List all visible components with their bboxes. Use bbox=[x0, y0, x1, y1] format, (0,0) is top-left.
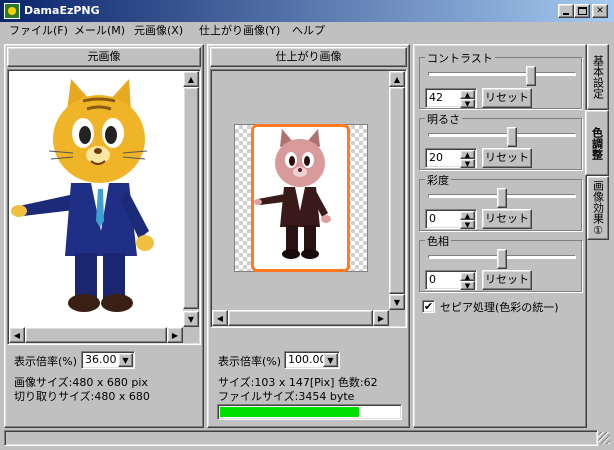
source-vscroll-thumb[interactable] bbox=[183, 87, 199, 309]
contrast-value-field[interactable]: 42 ▲ ▼ bbox=[425, 88, 477, 108]
progress-fill bbox=[220, 407, 359, 417]
source-scroll-up-button[interactable]: ▲ bbox=[183, 71, 199, 87]
result-scroll-right-button[interactable]: ▶ bbox=[373, 310, 389, 326]
sepia-checkbox[interactable]: ✔ bbox=[422, 300, 435, 313]
maximize-icon bbox=[577, 7, 587, 15]
checkmark-icon: ✔ bbox=[423, 300, 434, 313]
menu-source-image[interactable]: 元画像(X) bbox=[134, 23, 183, 39]
result-scroll-up-button[interactable]: ▲ bbox=[389, 71, 405, 87]
source-scroll-left-button[interactable]: ◀ bbox=[9, 327, 25, 343]
cat-mascot-illustration bbox=[11, 79, 154, 312]
arrow-down-icon: ▼ bbox=[393, 297, 401, 307]
result-pane-title: 仕上がり画像 bbox=[210, 47, 407, 67]
result-vscroll-thumb[interactable] bbox=[389, 87, 405, 294]
maximize-button[interactable] bbox=[574, 4, 590, 18]
tab-image-effect[interactable]: 画像効果① bbox=[587, 176, 609, 240]
arrow-up-icon: ▲ bbox=[393, 74, 401, 84]
arrow-right-icon: ▶ bbox=[171, 330, 179, 340]
menu-result-image[interactable]: 仕上がり画像(Y) bbox=[199, 23, 280, 39]
resize-grip-icon[interactable] bbox=[598, 432, 610, 444]
hue-reset-button[interactable]: リセット bbox=[482, 270, 532, 290]
brightness-reset-button[interactable]: リセット bbox=[482, 148, 532, 168]
contrast-value: 42 bbox=[429, 91, 443, 104]
window-title: DamaEzPNG bbox=[24, 4, 100, 17]
close-button[interactable]: ✕ bbox=[592, 4, 608, 18]
brightness-value-field[interactable]: 20 ▲ ▼ bbox=[425, 148, 477, 168]
contrast-label: コントラスト bbox=[425, 50, 495, 66]
hue-value: 0 bbox=[429, 273, 436, 286]
chevron-down-icon[interactable]: ▼ bbox=[118, 353, 133, 367]
hue-slider-thumb[interactable] bbox=[497, 249, 507, 269]
source-scroll-right-button[interactable]: ▶ bbox=[167, 327, 183, 343]
result-hscroll-thumb[interactable] bbox=[228, 310, 373, 326]
result-file-size: ファイルサイズ:3454 byte bbox=[218, 390, 355, 403]
brightness-slider-track[interactable] bbox=[428, 133, 576, 137]
saturation-spin-up[interactable]: ▲ bbox=[460, 211, 475, 220]
arrow-left-icon: ◀ bbox=[216, 313, 224, 323]
result-zoom-select[interactable]: 100.00 ▼ bbox=[284, 351, 340, 369]
saturation-slider-thumb[interactable] bbox=[497, 188, 507, 208]
source-scroll-down-button[interactable]: ▼ bbox=[183, 311, 199, 327]
arrow-left-icon: ◀ bbox=[13, 330, 21, 340]
hue-label: 色相 bbox=[425, 233, 451, 249]
close-icon: ✕ bbox=[596, 5, 604, 16]
app-icon bbox=[4, 3, 20, 19]
hue-spin-up[interactable]: ▲ bbox=[460, 272, 475, 281]
menu-file[interactable]: ファイル(F) bbox=[9, 23, 68, 39]
source-pane-title: 元画像 bbox=[7, 47, 201, 67]
source-hscroll-thumb[interactable] bbox=[25, 327, 167, 343]
arrow-right-icon: ▶ bbox=[377, 313, 385, 323]
contrast-reset-button[interactable]: リセット bbox=[482, 88, 532, 108]
source-crop-size: 切り取りサイズ:480 x 680 bbox=[14, 390, 150, 403]
source-zoom-label: 表示倍率(%) bbox=[14, 355, 78, 368]
minimize-button[interactable] bbox=[558, 4, 574, 18]
result-image bbox=[251, 124, 350, 272]
tab-color-adjust-label: 色調整 bbox=[590, 126, 604, 160]
saturation-label: 彩度 bbox=[425, 172, 451, 188]
output-progress-bar bbox=[217, 404, 402, 420]
hue-spin-down[interactable]: ▼ bbox=[460, 281, 475, 290]
chevron-down-icon[interactable]: ▼ bbox=[323, 353, 338, 367]
minimize-icon bbox=[563, 13, 569, 15]
brightness-value: 20 bbox=[429, 151, 443, 164]
brightness-label: 明るさ bbox=[425, 111, 462, 127]
tab-basic-settings-label: 基本設定 bbox=[591, 55, 605, 99]
contrast-spin-up[interactable]: ▲ bbox=[460, 90, 475, 99]
brightness-slider-thumb[interactable] bbox=[506, 127, 517, 147]
contrast-slider-thumb[interactable] bbox=[525, 66, 536, 86]
tab-color-adjust[interactable]: 色調整 bbox=[585, 110, 609, 176]
source-image bbox=[9, 71, 183, 327]
hue-value-field[interactable]: 0 ▲ ▼ bbox=[425, 270, 477, 290]
arrow-up-icon: ▲ bbox=[187, 74, 195, 84]
menu-help[interactable]: ヘルプ bbox=[292, 23, 325, 39]
status-bar bbox=[4, 430, 598, 446]
brightness-spin-up[interactable]: ▲ bbox=[460, 150, 475, 159]
result-scroll-left-button[interactable]: ◀ bbox=[212, 310, 228, 326]
sepia-cat-preview bbox=[254, 129, 331, 259]
saturation-spin-down[interactable]: ▼ bbox=[460, 220, 475, 229]
source-zoom-value: 36.00 bbox=[85, 353, 117, 366]
contrast-slider-track[interactable] bbox=[428, 72, 576, 76]
result-scroll-down-button[interactable]: ▼ bbox=[389, 294, 405, 310]
tab-basic-settings[interactable]: 基本設定 bbox=[587, 44, 609, 110]
arrow-down-icon: ▼ bbox=[187, 314, 195, 324]
source-zoom-select[interactable]: 36.00 ▼ bbox=[81, 351, 135, 369]
contrast-spin-down[interactable]: ▼ bbox=[460, 99, 475, 108]
result-zoom-label: 表示倍率(%) bbox=[218, 355, 282, 368]
tab-image-effect-label: 画像効果① bbox=[591, 179, 605, 237]
brightness-spin-down[interactable]: ▼ bbox=[460, 159, 475, 168]
saturation-reset-button[interactable]: リセット bbox=[482, 209, 532, 229]
saturation-value-field[interactable]: 0 ▲ ▼ bbox=[425, 209, 477, 229]
title-bar[interactable]: DamaEzPNG ✕ bbox=[0, 0, 614, 22]
result-zoom-value: 100.00 bbox=[288, 353, 327, 366]
saturation-value: 0 bbox=[429, 212, 436, 225]
sepia-label: セピア処理(色彩の統一) bbox=[440, 301, 559, 314]
menu-mail[interactable]: メール(M) bbox=[74, 23, 125, 39]
